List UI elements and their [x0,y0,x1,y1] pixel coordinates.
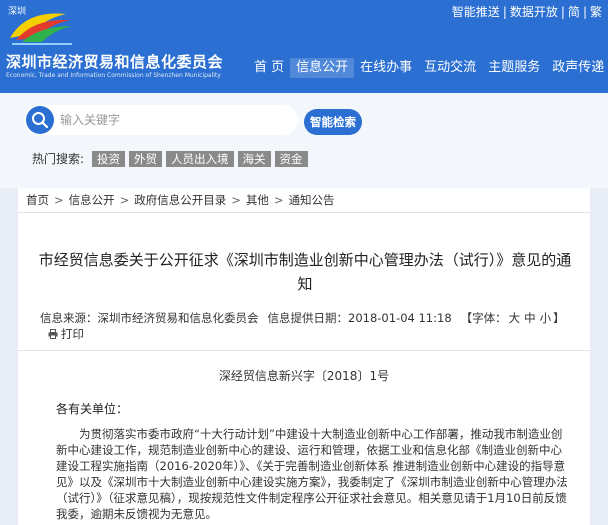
separator: | [502,5,507,19]
top-link-open-data[interactable]: 数据开放 [510,5,558,19]
hot-tag-immigration[interactable]: 人员出入境 [166,150,234,167]
nav-info-disclosure[interactable]: 信息公开 [290,58,355,78]
site-subtitle: Economic, Trade and Information Commissi… [6,72,221,79]
article-meta: 信息来源：深圳市经济贸易和信息化委员会 信息提供日期：2018-01-04 11:… [40,310,576,343]
font-size-large[interactable]: 大 [509,311,521,325]
logo-icon[interactable]: 深圳 [6,4,76,48]
font-size-small[interactable]: 小 [540,311,552,325]
font-size-end: 】 [553,311,565,325]
addressee: 各有关单位： [56,402,129,416]
hot-tag-funds[interactable]: 资金 [274,150,308,167]
nav-policy[interactable]: 政声传递 [546,58,608,78]
divider [18,350,590,351]
breadcrumb-arrow: > [119,193,130,207]
breadcrumb: 首页 > 信息公开 > 政府信息公开目录 > 其他 > 通知公告 [26,192,335,208]
source-value: 深圳市经济贸易和信息化委员会 [97,311,259,325]
smart-search-button[interactable]: 智能检索 [304,109,362,135]
top-link-traditional[interactable]: 繁 [590,5,602,19]
top-link-push[interactable]: 智能推送 [452,5,500,19]
print-button[interactable]: 打印 [48,326,84,342]
breadcrumb-arrow: > [54,193,64,207]
hot-search: 热门搜索: 投资 外贸 人员出入境 海关 资金 [32,150,308,167]
breadcrumb-other[interactable]: 其他 [246,193,269,207]
date-label: 信息提供日期： [267,311,349,325]
search-icon[interactable] [26,106,54,134]
print-icon [48,329,58,339]
separator: | [560,5,565,19]
hot-tag-investment[interactable]: 投资 [92,150,126,167]
nav-home[interactable]: 首 页 [248,58,290,78]
breadcrumb-home[interactable]: 首页 [26,193,49,207]
hot-tag-customs[interactable]: 海关 [237,150,271,167]
breadcrumb-catalog[interactable]: 政府信息公开目录 [134,193,226,207]
search-input[interactable] [58,110,288,130]
print-label: 打印 [61,327,84,341]
top-link-simplified[interactable]: 简 [568,5,580,19]
main-nav: 首 页 信息公开 在线办事 互动交流 主题服务 政声传递 [248,58,608,78]
divider [18,212,590,213]
nav-theme-service[interactable]: 主题服务 [482,58,546,78]
search-area: 智能检索 热门搜索: 投资 外贸 人员出入境 海关 资金 [0,93,608,188]
hot-tag-trade[interactable]: 外贸 [129,150,163,167]
document-number: 深经贸信息新兴字〔2018〕1号 [218,369,390,383]
hot-search-label: 热门搜索: [32,152,85,166]
source-label: 信息来源： [40,311,98,325]
nav-interaction[interactable]: 互动交流 [418,58,482,78]
article-body: 为贯彻落实市委市政府“十大行动计划”中建设十大制造业创新中心工作部署，推动我市制… [56,427,568,521]
nav-online-service[interactable]: 在线办事 [354,58,418,78]
breadcrumb-notices[interactable]: 通知公告 [289,193,335,207]
breadcrumb-arrow: > [231,193,241,207]
site-title[interactable]: 深圳市经济贸易和信息化委员会 [6,51,223,72]
article-card: 首页 > 信息公开 > 政府信息公开目录 > 其他 > 通知公告 市经贸信息委关于公开征求《深圳… [18,188,590,525]
logo-text: 深圳 [8,6,26,17]
article-title: 市经贸信息委关于公开征求《深圳市制造业创新中心管理办法（试行）》意见的通知 [38,251,572,293]
site-header: 智能推送 | 数据开放 | 简 | 繁 深圳 深圳市经济贸易和信息化委员会 Economic… [0,0,608,93]
breadcrumb-arrow: > [273,193,284,207]
top-links: 智能推送 | 数据开放 | 简 | 繁 [452,3,602,20]
separator: | [582,5,587,19]
font-size-medium[interactable]: 中 [524,311,536,325]
breadcrumb-info-disclosure[interactable]: 信息公开 [69,193,115,207]
font-size-label: 【字体： [460,311,507,325]
date-value: 2018-01-04 11:18 [348,311,452,325]
